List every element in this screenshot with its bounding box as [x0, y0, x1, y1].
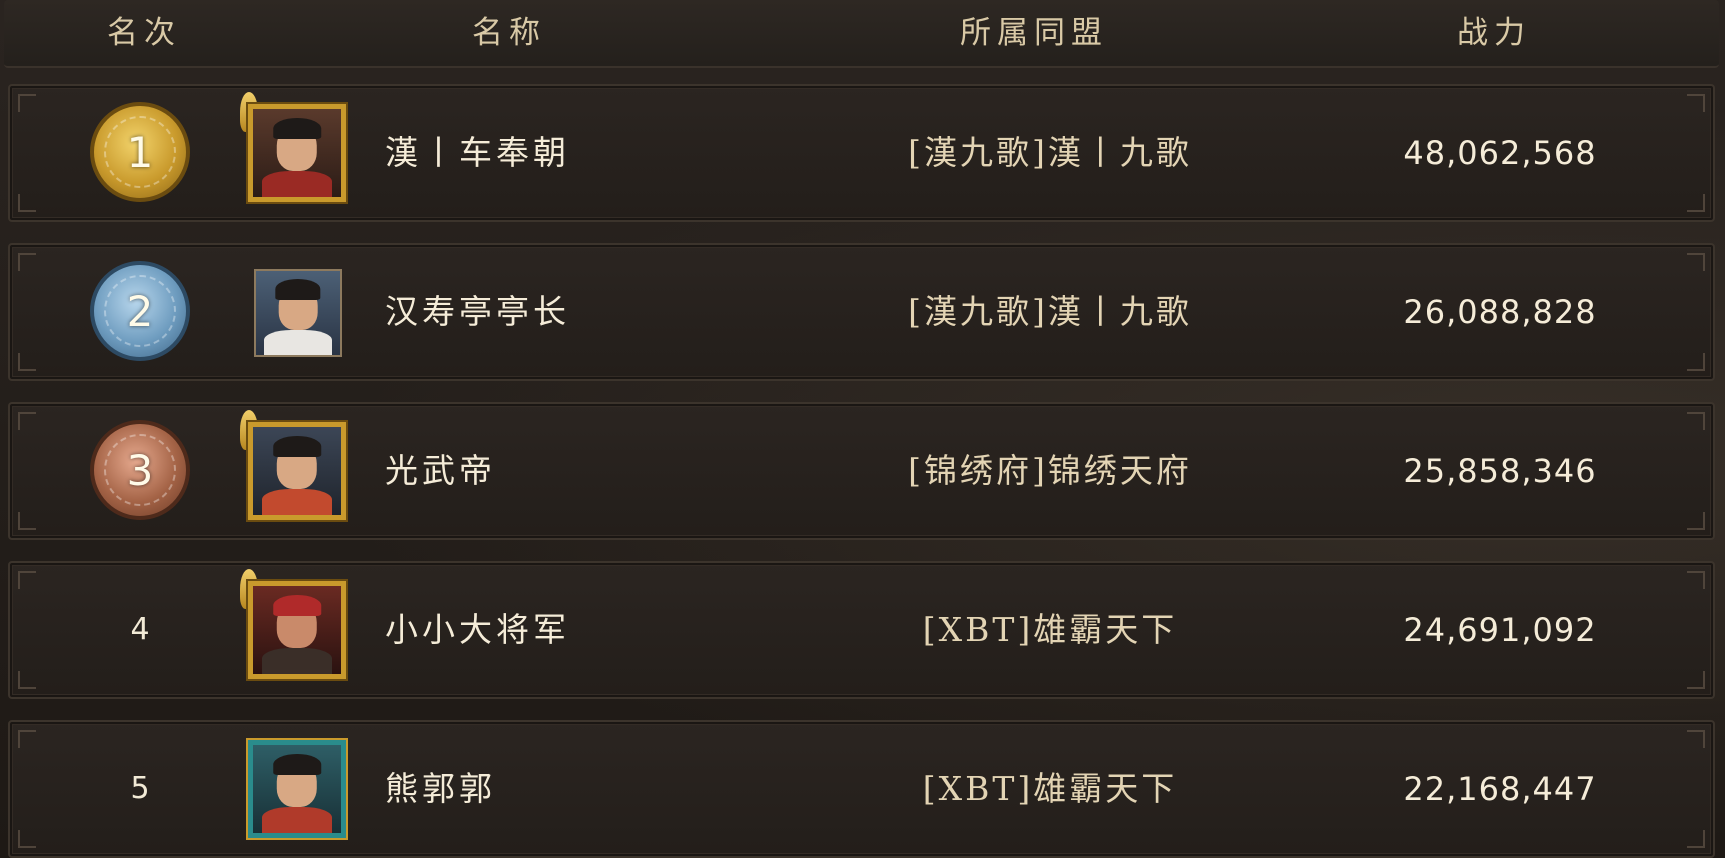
player-avatar[interactable]: [248, 581, 346, 679]
corner-ornament: [18, 830, 36, 848]
rank-number: 5: [130, 771, 150, 806]
corner-ornament: [18, 512, 36, 530]
player-power: 24,691,092: [1403, 611, 1597, 649]
header-power: 战力: [1457, 15, 1531, 51]
player-name[interactable]: 汉寿亭亭长: [385, 245, 570, 379]
leaderboard-row[interactable]: 3 光武帝 [锦绣府]锦绣天府 25,858,346: [8, 402, 1715, 540]
corner-ornament: [18, 412, 36, 430]
leaderboard: 名次 名称 所属同盟 战力 1 漢丨车奉朝 [漢九歌]漢丨九歌 48,062,5…: [0, 0, 1725, 858]
leaderboard-row[interactable]: 1 漢丨车奉朝 [漢九歌]漢丨九歌 48,062,568: [8, 84, 1715, 222]
leaderboard-row[interactable]: 4 小小大将军 [XBT]雄霸天下 24,691,092: [8, 561, 1715, 699]
rank-medal-bronze: 3: [90, 420, 190, 520]
player-power: 22,168,447: [1403, 770, 1597, 808]
corner-ornament: [1687, 94, 1705, 112]
rank-medal-silver: 2: [90, 261, 190, 361]
rank-medal-gold: 1: [90, 102, 190, 202]
corner-ornament: [1687, 830, 1705, 848]
player-avatar[interactable]: [248, 740, 346, 838]
player-alliance[interactable]: [锦绣府]锦绣天府: [770, 404, 1330, 538]
corner-ornament: [1687, 671, 1705, 689]
player-avatar[interactable]: [248, 422, 346, 520]
player-alliance[interactable]: [XBT]雄霸天下: [770, 722, 1330, 856]
player-alliance[interactable]: [漢九歌]漢丨九歌: [770, 245, 1330, 379]
corner-ornament: [18, 94, 36, 112]
corner-ornament: [1687, 412, 1705, 430]
corner-ornament: [18, 671, 36, 689]
corner-ornament: [18, 730, 36, 748]
player-avatar[interactable]: [254, 269, 342, 357]
corner-ornament: [1687, 730, 1705, 748]
player-name[interactable]: 小小大将军: [385, 563, 570, 697]
player-name[interactable]: 漢丨车奉朝: [385, 86, 570, 220]
player-alliance[interactable]: [漢九歌]漢丨九歌: [770, 86, 1330, 220]
corner-ornament: [1687, 253, 1705, 271]
player-alliance[interactable]: [XBT]雄霸天下: [770, 563, 1330, 697]
player-name[interactable]: 熊郭郭: [385, 722, 496, 856]
player-power: 25,858,346: [1403, 452, 1597, 490]
corner-ornament: [1687, 353, 1705, 371]
corner-ornament: [18, 353, 36, 371]
leaderboard-header: 名次 名称 所属同盟 战力: [4, 0, 1719, 68]
corner-ornament: [18, 194, 36, 212]
corner-ornament: [18, 253, 36, 271]
player-name[interactable]: 光武帝: [385, 404, 496, 538]
header-name: 名称: [472, 15, 546, 51]
player-power: 48,062,568: [1403, 134, 1597, 172]
player-avatar[interactable]: [248, 104, 346, 202]
leaderboard-row[interactable]: 2 汉寿亭亭长 [漢九歌]漢丨九歌 26,088,828: [8, 243, 1715, 381]
corner-ornament: [1687, 571, 1705, 589]
player-power: 26,088,828: [1403, 293, 1597, 331]
rank-number: 4: [130, 612, 150, 647]
header-rank: 名次: [107, 15, 181, 51]
leaderboard-row[interactable]: 5 熊郭郭 [XBT]雄霸天下 22,168,447: [8, 720, 1715, 858]
corner-ornament: [1687, 194, 1705, 212]
corner-ornament: [1687, 512, 1705, 530]
header-alliance: 所属同盟: [960, 15, 1108, 51]
corner-ornament: [18, 571, 36, 589]
